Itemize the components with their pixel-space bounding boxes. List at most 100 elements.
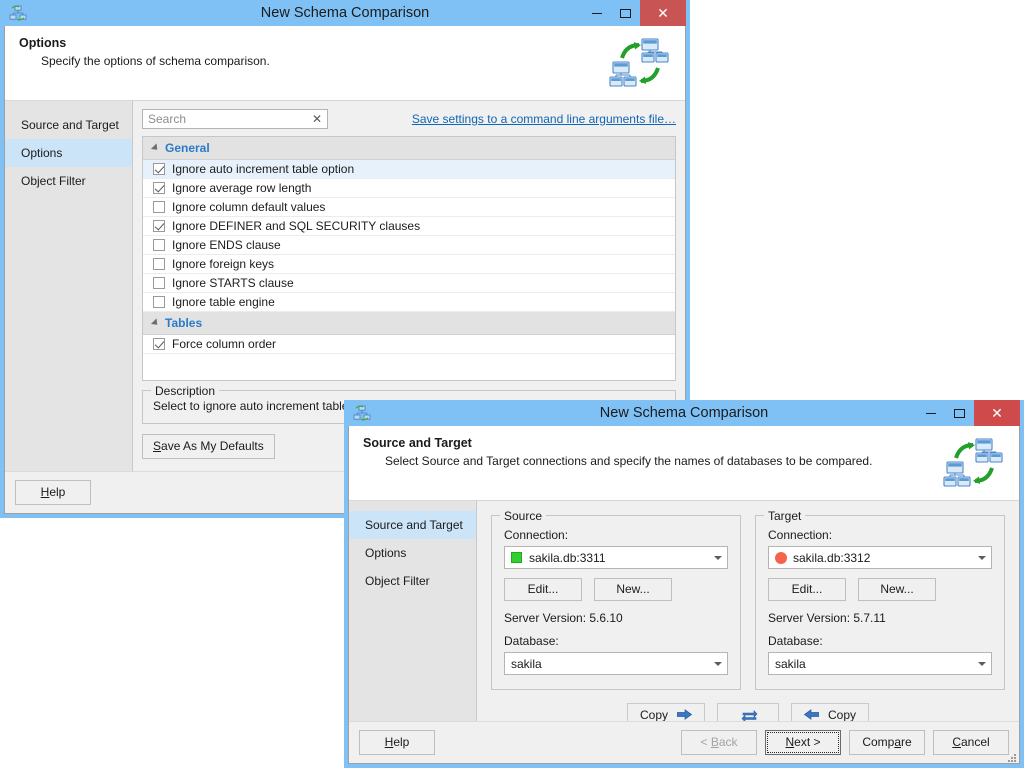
group-header-tables[interactable]: Tables <box>143 312 675 335</box>
front-nav-pane[interactable]: Source and Target Options Object Filter <box>349 501 477 721</box>
option-row[interactable]: Ignore auto increment table option <box>143 160 675 179</box>
chevron-down-icon[interactable] <box>709 662 727 666</box>
close-button[interactable]: ✕ <box>640 0 686 26</box>
option-label: Ignore foreign keys <box>172 257 275 271</box>
close-button[interactable]: ✕ <box>974 400 1020 426</box>
front-dialog-titlebar[interactable]: New Schema Comparison ✕ <box>344 400 1024 426</box>
source-connection-actions: Edit... New... <box>504 578 728 601</box>
option-row[interactable]: Ignore average row length <box>143 179 675 198</box>
source-legend: Source <box>500 509 547 523</box>
target-database-label: Database: <box>768 634 823 648</box>
minimize-button[interactable] <box>916 400 945 433</box>
source-new-button[interactable]: New... <box>594 578 672 601</box>
connection-status-icon <box>511 552 522 563</box>
front-dialog-new-schema-comparison[interactable]: New Schema Comparison ✕ Source and Targe… <box>344 400 1024 768</box>
source-server-version: Server Version: 5.6.10 <box>504 611 623 625</box>
collapse-triangle-icon[interactable] <box>150 143 161 153</box>
checkbox[interactable] <box>153 220 165 232</box>
connection-panes: Source Connection: sakila.db:3311 Edit..… <box>491 509 1005 690</box>
checkbox[interactable] <box>153 239 165 251</box>
option-label: Ignore DEFINER and SQL SECURITY clauses <box>172 219 421 233</box>
collapse-triangle-icon[interactable] <box>150 318 161 328</box>
description-legend: Description <box>151 384 220 398</box>
target-legend: Target <box>764 509 806 523</box>
sidebar-item-options[interactable]: Options <box>349 539 476 567</box>
source-connection-value: sakila.db:3311 <box>529 550 606 565</box>
target-edit-button[interactable]: Edit... <box>768 578 846 601</box>
checkbox[interactable] <box>153 277 165 289</box>
target-connection-select[interactable]: sakila.db:3312 <box>768 546 992 569</box>
help-button[interactable]: Help <box>15 480 91 505</box>
chevron-down-icon[interactable] <box>709 556 727 560</box>
clear-search-icon[interactable]: ✕ <box>312 112 322 126</box>
copy-right-label: Copy <box>639 707 668 722</box>
back-dialog-titlebar[interactable]: New Schema Comparison ✕ <box>0 0 690 26</box>
maximize-button[interactable] <box>945 400 974 426</box>
option-row[interactable]: Ignore column default values <box>143 198 675 217</box>
checkbox[interactable] <box>153 182 165 194</box>
checkbox[interactable] <box>153 163 165 175</box>
option-label: Ignore auto increment table option <box>172 162 355 176</box>
checkbox[interactable] <box>153 338 165 350</box>
target-connection-value: sakila.db:3312 <box>793 550 871 565</box>
target-connection-actions: Edit... New... <box>768 578 992 601</box>
search-row: Search ✕ Save settings to a command line… <box>142 109 676 129</box>
option-label: Ignore STARTS clause <box>172 276 294 290</box>
target-server-version: Server Version: 5.7.11 <box>768 611 886 625</box>
sidebar-item-source-and-target[interactable]: Source and Target <box>349 511 476 539</box>
minimize-button[interactable] <box>582 0 611 33</box>
search-placeholder: Search <box>148 112 187 126</box>
checkbox[interactable] <box>153 258 165 270</box>
option-label: Force column order <box>172 337 277 351</box>
option-row[interactable]: Ignore DEFINER and SQL SECURITY clauses <box>143 217 675 236</box>
source-database-select[interactable]: sakila <box>504 652 728 675</box>
copy-left-label: Copy <box>828 707 857 722</box>
maximize-button[interactable] <box>611 0 640 26</box>
chevron-down-icon[interactable] <box>973 662 991 666</box>
checkbox[interactable] <box>153 296 165 308</box>
save-command-line-args-link[interactable]: Save settings to a command line argument… <box>412 112 676 126</box>
group-header-general[interactable]: General <box>143 137 675 160</box>
arrow-left-icon <box>803 709 820 720</box>
option-row[interactable]: Force column order <box>143 335 675 354</box>
group-label: Tables <box>165 316 203 330</box>
sidebar-item-object-filter[interactable]: Object Filter <box>5 167 132 195</box>
target-connection-label: Connection: <box>768 528 833 542</box>
options-list[interactable]: General Ignore auto increment table opti… <box>142 136 676 381</box>
next-button[interactable]: Next > <box>765 730 841 755</box>
checkbox[interactable] <box>153 201 165 213</box>
option-label: Ignore column default values <box>172 200 326 214</box>
save-as-my-defaults-button[interactable]: Save As My Defaults <box>142 434 275 459</box>
sidebar-item-source-and-target[interactable]: Source and Target <box>5 111 132 139</box>
schema-compare-icon <box>8 3 28 23</box>
back-banner: Options Specify the options of schema co… <box>5 26 685 101</box>
compare-button[interactable]: Compare <box>849 730 925 755</box>
search-input[interactable]: Search ✕ <box>142 109 328 129</box>
option-label: Ignore ENDS clause <box>172 238 281 252</box>
sidebar-item-object-filter[interactable]: Object Filter <box>349 567 476 595</box>
cancel-button[interactable]: Cancel <box>933 730 1009 755</box>
chevron-down-icon[interactable] <box>973 556 991 560</box>
option-row[interactable]: Ignore STARTS clause <box>143 274 675 293</box>
help-button[interactable]: Help <box>359 730 435 755</box>
front-footer: Help < Back Next > Compare Cancel <box>349 721 1019 763</box>
target-database-select[interactable]: sakila <box>768 652 992 675</box>
back-banner-title: Options <box>19 36 67 50</box>
source-connection-select[interactable]: sakila.db:3311 <box>504 546 728 569</box>
option-row[interactable]: Ignore ENDS clause <box>143 236 675 255</box>
option-row[interactable]: Ignore foreign keys <box>143 255 675 274</box>
source-edit-button[interactable]: Edit... <box>504 578 582 601</box>
schema-sync-illustration-icon <box>935 436 1005 492</box>
back-nav-pane[interactable]: Source and Target Options Object Filter <box>5 101 133 471</box>
option-row[interactable]: Ignore table engine <box>143 293 675 312</box>
sidebar-item-options[interactable]: Options <box>5 139 132 167</box>
resize-grip[interactable] <box>1007 752 1017 762</box>
back-window-controls[interactable]: ✕ <box>582 0 686 26</box>
front-window-controls[interactable]: ✕ <box>916 400 1020 426</box>
arrow-right-icon <box>676 709 693 720</box>
option-label: Ignore average row length <box>172 181 312 195</box>
target-new-button[interactable]: New... <box>858 578 936 601</box>
source-database-value: sakila <box>511 656 542 671</box>
back-button[interactable]: < Back <box>681 730 757 755</box>
source-connection-label: Connection: <box>504 528 569 542</box>
